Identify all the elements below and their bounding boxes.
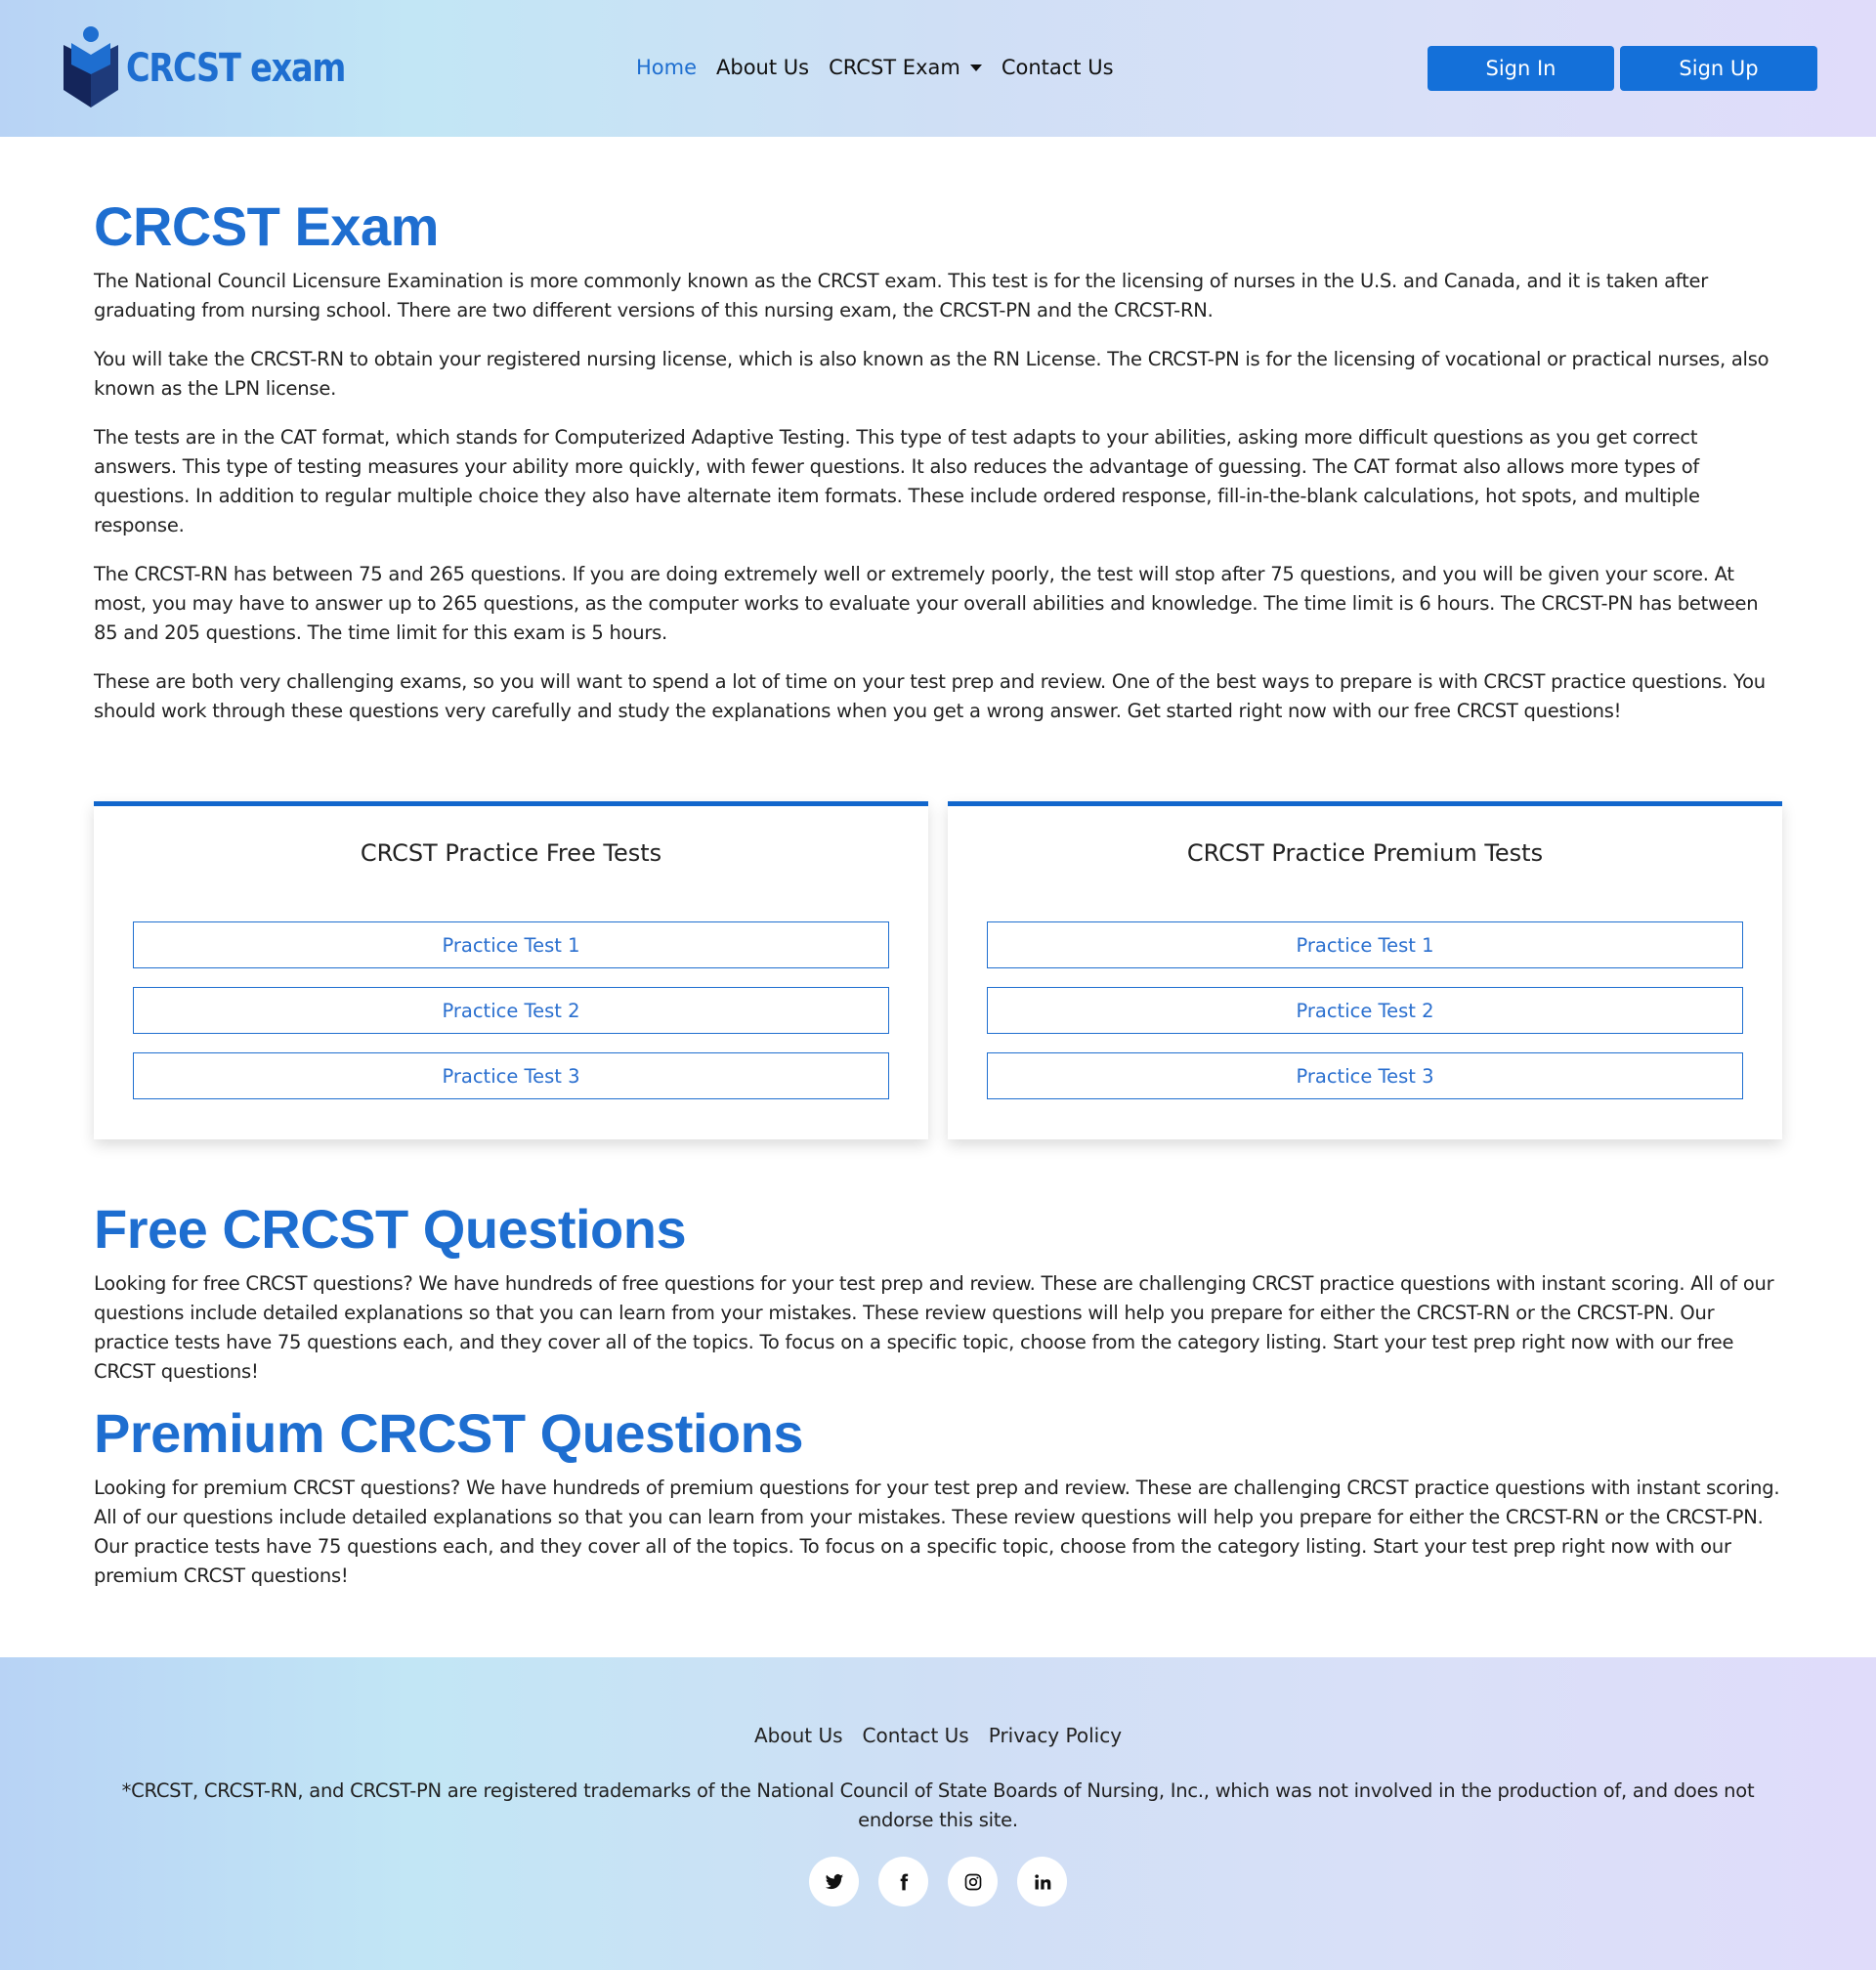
facebook-link[interactable] [878, 1857, 928, 1906]
instagram-icon [964, 1873, 981, 1890]
twitter-link[interactable] [809, 1857, 859, 1906]
twitter-icon [825, 1873, 843, 1889]
auth-buttons: Sign In Sign Up [1428, 46, 1817, 91]
premium-questions-heading: Premium CRCST Questions [94, 1402, 803, 1464]
free-questions-heading: Free CRCST Questions [94, 1198, 687, 1260]
premium-practice-test-1-button[interactable]: Practice Test 1 [987, 921, 1743, 968]
nav-about-us[interactable]: About Us [716, 56, 809, 79]
premium-tests-title: CRCST Practice Premium Tests [1186, 839, 1544, 867]
premium-questions-text: Looking for premium CRCST questions? We … [94, 1477, 1780, 1587]
premium-practice-test-3-button[interactable]: Practice Test 3 [987, 1052, 1743, 1099]
free-practice-test-3-button[interactable]: Practice Test 3 [133, 1052, 889, 1099]
intro-paragraph: These are both very challenging exams, s… [94, 670, 1766, 722]
sign-up-button[interactable]: Sign Up [1620, 46, 1817, 91]
site-footer: About Us Contact Us Privacy Policy *CRCS… [0, 1657, 1876, 1970]
nav-contact-us[interactable]: Contact Us [1002, 56, 1114, 79]
premium-tests-card: CRCST Practice Premium Tests Practice Te… [948, 801, 1782, 1139]
footer-link-contact-us[interactable]: Contact Us [863, 1724, 969, 1747]
intro-paragraph: The CRCST-RN has between 75 and 265 ques… [94, 563, 1759, 644]
linkedin-link[interactable] [1017, 1857, 1067, 1906]
practice-cards: CRCST Practice Free Tests Practice Test … [94, 801, 1782, 1139]
footer-link-about-us[interactable]: About Us [754, 1724, 843, 1747]
premium-practice-test-2-button[interactable]: Practice Test 2 [987, 987, 1743, 1034]
footer-link-privacy-policy[interactable]: Privacy Policy [989, 1724, 1122, 1747]
site-header: CRCST exam Home About Us CRCST Exam Cont… [0, 0, 1876, 137]
intro-paragraph: You will take the CRCST-RN to obtain you… [94, 348, 1769, 400]
intro-paragraph: The National Council Licensure Examinati… [94, 270, 1708, 321]
nav-home[interactable]: Home [636, 56, 697, 79]
linkedin-icon [1034, 1873, 1050, 1889]
free-tests-card: CRCST Practice Free Tests Practice Test … [94, 801, 928, 1139]
instagram-link[interactable] [948, 1857, 998, 1906]
main-content: CRCST Exam The National Council Licensur… [0, 199, 1876, 1591]
logo[interactable]: CRCST exam [62, 25, 387, 111]
sign-in-button[interactable]: Sign In [1428, 46, 1614, 91]
logo-book-icon [64, 26, 118, 107]
facebook-icon [900, 1873, 908, 1890]
nav-crcst-exam-label: CRCST Exam [829, 56, 960, 79]
footer-links: About Us Contact Us Privacy Policy [0, 1724, 1876, 1747]
intro-paragraph: The tests are in the CAT format, which s… [94, 426, 1700, 536]
free-questions-text: Looking for free CRCST questions? We hav… [94, 1272, 1774, 1383]
free-practice-test-1-button[interactable]: Practice Test 1 [133, 921, 889, 968]
free-tests-title: CRCST Practice Free Tests [360, 839, 662, 867]
logo-text: CRCST exam [126, 46, 346, 91]
main-nav: Home About Us CRCST Exam Contact Us [636, 56, 1133, 79]
free-practice-test-2-button[interactable]: Practice Test 2 [133, 987, 889, 1034]
caret-down-icon [969, 64, 982, 71]
trademark-disclaimer: *CRCST, CRCST-RN, and CRCST-PN are regis… [121, 1779, 1755, 1831]
nav-crcst-exam-dropdown[interactable]: CRCST Exam [829, 56, 982, 79]
social-links [0, 1857, 1876, 1906]
page-title: CRCST Exam [94, 195, 439, 257]
